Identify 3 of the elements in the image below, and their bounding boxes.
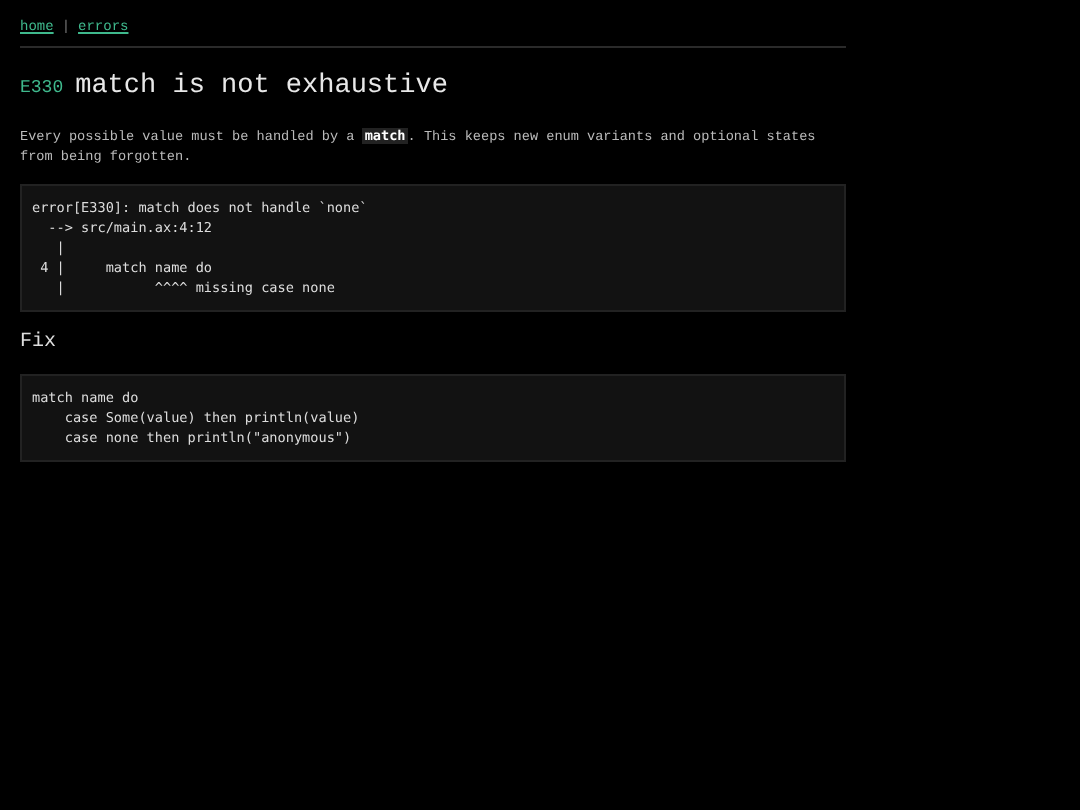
page-title: match is not exhaustive bbox=[75, 72, 448, 102]
section-heading: Fix bbox=[20, 332, 59, 354]
error-code: E330 bbox=[20, 78, 64, 98]
